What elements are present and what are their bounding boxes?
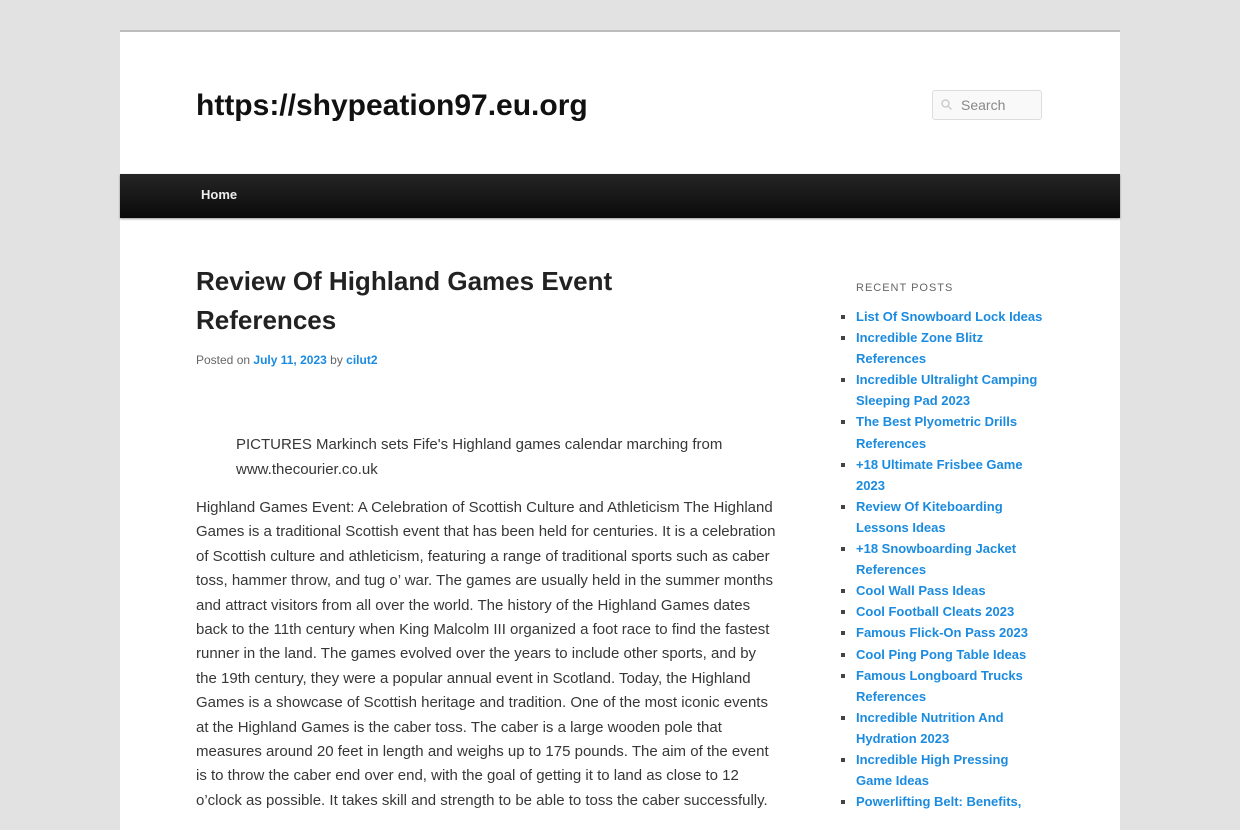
recent-post-link[interactable]: Incredible High Pressing Game Ideas [856, 752, 1008, 788]
recent-post-item: Famous Flick-On Pass 2023 [856, 622, 1046, 643]
recent-post-item: Review Of Kiteboarding Lessons Ideas [856, 496, 1046, 538]
recent-post-link[interactable]: Cool Wall Pass Ideas [856, 583, 986, 598]
recent-posts-heading: RECENT POSTS [856, 282, 954, 294]
recent-post-item: Famous Longboard Trucks References [856, 665, 1046, 707]
recent-post-link[interactable]: Cool Ping Pong Table Ideas [856, 647, 1026, 662]
recent-post-item: List Of Snowboard Lock Ideas [856, 306, 1046, 327]
by-label: by [330, 353, 343, 367]
main-nav: Home [120, 174, 1120, 218]
recent-post-link[interactable]: The Best Plyometric Drills References [856, 414, 1017, 450]
recent-post-link[interactable]: Incredible Ultralight Camping Sleeping P… [856, 372, 1037, 408]
recent-post-item: Incredible Ultralight Camping Sleeping P… [856, 369, 1046, 411]
post-title[interactable]: Review Of Highland Games Event Reference… [196, 262, 646, 340]
recent-post-item: Incredible High Pressing Game Ideas [856, 749, 1046, 791]
recent-posts-list: List Of Snowboard Lock Ideas Incredible Z… [856, 306, 1046, 812]
nav-home-link[interactable]: Home [201, 187, 237, 202]
post-body: Highland Games Event: A Celebration of S… [196, 499, 776, 809]
recent-post-item: Cool Wall Pass Ideas [856, 580, 1046, 601]
recent-post-link[interactable]: Famous Longboard Trucks References [856, 668, 1023, 704]
recent-post-link[interactable]: +18 Snowboarding Jacket References [856, 541, 1016, 577]
recent-post-item: Cool Ping Pong Table Ideas [856, 644, 1046, 665]
post-meta: Posted on July 11, 2023 by cilut2 [196, 353, 780, 367]
post-date-link[interactable]: July 11, 2023 [253, 353, 326, 367]
page-container: https://shypeation97.eu.org Home Review … [120, 30, 1120, 830]
posted-on-label: Posted on [196, 353, 251, 367]
recent-post-link[interactable]: Incredible Zone Blitz References [856, 330, 983, 366]
recent-post-item: +18 Snowboarding Jacket References [856, 538, 1046, 580]
recent-post-item: Incredible Nutrition And Hydration 2023 [856, 707, 1046, 749]
recent-post-link[interactable]: Famous Flick-On Pass 2023 [856, 625, 1028, 640]
recent-post-link[interactable]: Cool Football Cleats 2023 [856, 604, 1014, 619]
search-input[interactable] [933, 91, 1041, 119]
recent-post-link[interactable]: List Of Snowboard Lock Ideas [856, 309, 1042, 324]
site-title[interactable]: https://shypeation97.eu.org [196, 86, 588, 126]
recent-post-item: Powerlifting Belt: Benefits, [856, 791, 1046, 812]
sidebar: RECENT POSTS List Of Snowboard Lock Idea… [856, 280, 1046, 812]
recent-post-item: The Best Plyometric Drills References [856, 411, 1046, 453]
recent-post-link[interactable]: +18 Ultimate Frisbee Game 2023 [856, 457, 1023, 493]
recent-post-link[interactable]: Incredible Nutrition And Hydration 2023 [856, 710, 1004, 746]
recent-post-item: Cool Football Cleats 2023 [856, 601, 1046, 622]
recent-post-item: +18 Ultimate Frisbee Game 2023 [856, 454, 1046, 496]
post-author-link[interactable]: cilut2 [346, 353, 377, 367]
recent-post-link[interactable]: Powerlifting Belt: Benefits, [856, 794, 1021, 809]
main-content: Review Of Highland Games Event Reference… [196, 262, 780, 828]
recent-post-item: Incredible Zone Blitz References [856, 327, 1046, 369]
recent-post-link[interactable]: Review Of Kiteboarding Lessons Ideas [856, 499, 1003, 535]
search-box[interactable] [932, 90, 1042, 120]
image-caption: PICTURES Markinch sets Fife's Highland g… [236, 436, 723, 478]
